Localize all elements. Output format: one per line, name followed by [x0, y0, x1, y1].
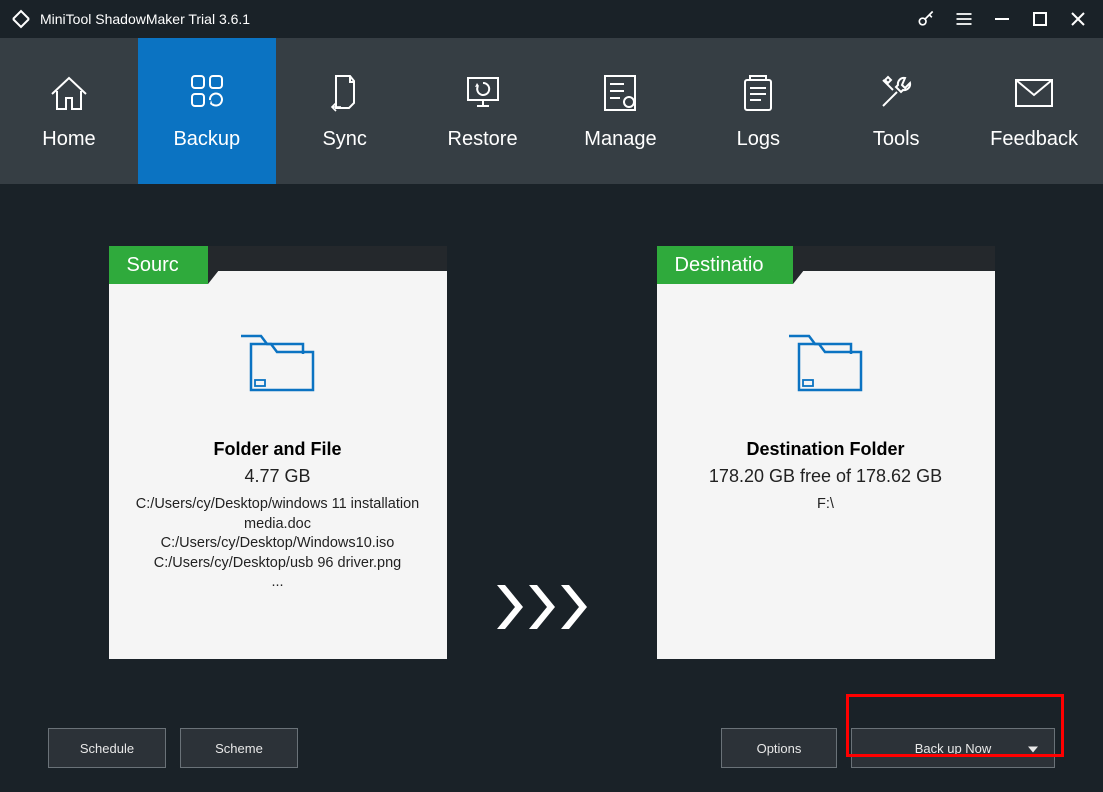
nav-label: Tools — [873, 128, 920, 151]
source-paths: C:/Users/cy/Desktop/windows 11 installat… — [123, 495, 433, 593]
title-right — [907, 0, 1097, 38]
title-bar: MiniTool ShadowMaker Trial 3.6.1 — [0, 0, 1103, 38]
maximize-button[interactable] — [1021, 0, 1059, 38]
minimize-button[interactable] — [983, 0, 1021, 38]
destination-title: Destination Folder — [746, 439, 904, 460]
source-path-line: C:/Users/cy/Desktop/Windows10.iso — [123, 534, 433, 554]
source-path-line: C:/Users/cy/Desktop/usb 96 driver.png — [123, 554, 433, 574]
dropdown-caret-icon — [1028, 741, 1038, 756]
nav-manage[interactable]: Manage — [552, 38, 690, 184]
source-card[interactable]: Source Folder and File 4.77 GB C:/Users/… — [109, 246, 447, 659]
workspace: Source Folder and File 4.77 GB C:/Users/… — [0, 184, 1103, 792]
scheme-button[interactable]: Scheme — [180, 728, 298, 768]
source-size: 4.77 GB — [244, 466, 310, 487]
nav-label: Logs — [737, 128, 780, 151]
app-logo-icon — [10, 8, 32, 30]
menu-icon[interactable] — [945, 0, 983, 38]
feedback-icon — [1012, 72, 1056, 114]
source-title: Folder and File — [213, 439, 341, 460]
backup-icon — [184, 72, 230, 114]
nav-home[interactable]: Home — [0, 38, 138, 184]
nav-label: Home — [42, 128, 95, 151]
home-icon — [46, 72, 92, 114]
source-header: Source — [109, 246, 447, 284]
destination-card[interactable]: Destination Destination Folder 178.20 GB… — [657, 246, 995, 659]
destination-path: F:\ — [817, 495, 834, 515]
nav-bar: Home Backup Sync Restore Manage Logs T — [0, 38, 1103, 184]
logs-icon — [738, 72, 778, 114]
restore-icon — [460, 72, 506, 114]
backup-now-label: Back up Now — [915, 741, 992, 756]
nav-label: Restore — [448, 128, 518, 151]
nav-label: Feedback — [990, 128, 1078, 151]
nav-tools[interactable]: Tools — [827, 38, 965, 184]
close-button[interactable] — [1059, 0, 1097, 38]
nav-label: Sync — [322, 128, 366, 151]
backup-now-button[interactable]: Back up Now — [851, 728, 1055, 768]
key-icon[interactable] — [907, 0, 945, 38]
app-title: MiniTool ShadowMaker Trial 3.6.1 — [40, 11, 250, 27]
manage-icon — [599, 72, 641, 114]
nav-sync[interactable]: Sync — [276, 38, 414, 184]
source-path-line: C:/Users/cy/Desktop/windows 11 installat… — [123, 495, 433, 534]
nav-label: Manage — [584, 128, 656, 151]
source-path-line: ... — [123, 573, 433, 593]
tools-icon — [875, 72, 917, 114]
button-row: Schedule Scheme Options Back up Now — [0, 728, 1103, 768]
options-button[interactable]: Options — [721, 728, 837, 768]
schedule-button[interactable]: Schedule — [48, 728, 166, 768]
arrow-chevrons-icon — [497, 585, 607, 634]
destination-header: Destination — [657, 246, 995, 284]
nav-backup[interactable]: Backup — [138, 38, 276, 184]
nav-label: Backup — [173, 128, 240, 151]
destination-size: 178.20 GB free of 178.62 GB — [709, 466, 942, 487]
folder-icon — [781, 326, 871, 403]
sync-icon — [325, 72, 365, 114]
folder-icon — [233, 326, 323, 403]
nav-feedback[interactable]: Feedback — [965, 38, 1103, 184]
nav-logs[interactable]: Logs — [689, 38, 827, 184]
nav-restore[interactable]: Restore — [414, 38, 552, 184]
